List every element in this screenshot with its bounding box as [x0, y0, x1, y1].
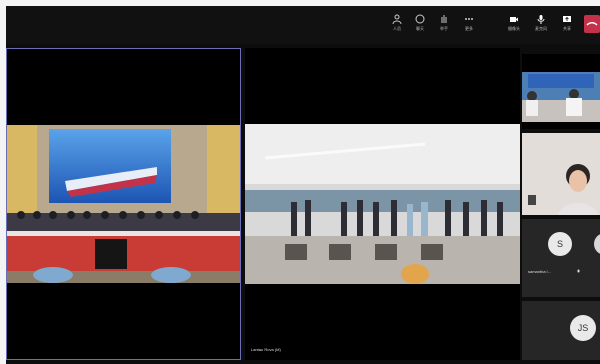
- video-tile-screen-share[interactable]: [522, 54, 600, 129]
- webcam-video: [522, 133, 600, 215]
- chat-icon: [415, 14, 425, 24]
- share-button[interactable]: 共享: [555, 14, 579, 32]
- conference-room-video: [7, 125, 240, 283]
- leave-phone-icon: [586, 22, 598, 26]
- mic-button[interactable]: 麦克风: [529, 14, 553, 32]
- office-group-video: [245, 124, 520, 284]
- chat-label: 聊天: [416, 26, 424, 31]
- more-button[interactable]: 更多: [457, 14, 481, 32]
- people-label: 人员: [393, 26, 401, 31]
- mic-label: 麦克风: [535, 26, 547, 31]
- share-icon: [563, 16, 571, 22]
- raise-hand-label: 举手: [440, 26, 448, 31]
- share-label: 共享: [563, 26, 571, 31]
- video-tile-conference-room[interactable]: [6, 48, 241, 360]
- more-icon: [465, 18, 473, 20]
- participant-name-label: samantha l...: [528, 269, 551, 274]
- video-tile-office-group[interactable]: Lantau Rova (M): [245, 48, 520, 360]
- avatar-initial: S: [556, 239, 563, 249]
- chat-button[interactable]: 聊天: [408, 14, 432, 32]
- leave-button[interactable]: [584, 15, 600, 33]
- raise-hand-button[interactable]: 举手: [432, 14, 456, 32]
- avatar: S: [548, 232, 572, 256]
- avatar-initial: JS: [577, 323, 589, 333]
- camera-label: 摄像头: [508, 26, 520, 31]
- people-button[interactable]: 人员: [385, 14, 409, 32]
- video-tile-webcam[interactable]: [522, 133, 600, 215]
- mic-icon: [537, 15, 545, 24]
- meeting-toolbar: 人员 聊天 举手 更多 摄像头 麦克风 共享: [6, 6, 600, 44]
- camera-button[interactable]: 摄像头: [502, 14, 526, 32]
- avatar: JS: [570, 315, 596, 341]
- people-icon: [392, 14, 402, 24]
- camera-icon: [510, 17, 518, 22]
- participant-name-label: Lantau Rova (M): [251, 347, 281, 352]
- avatar-partial: [594, 233, 600, 255]
- raise-hand-icon: [441, 15, 447, 23]
- more-label: 更多: [465, 26, 473, 31]
- meeting-window: 人员 聊天 举手 更多 摄像头 麦克风 共享 Lantau Rova (M) S…: [6, 6, 600, 364]
- participant-tile-samantha[interactable]: S samantha l...: [522, 219, 600, 297]
- participant-tile-js[interactable]: JS: [522, 301, 600, 360]
- screen-share-video: [522, 72, 600, 122]
- mic-off-icon: [577, 269, 580, 273]
